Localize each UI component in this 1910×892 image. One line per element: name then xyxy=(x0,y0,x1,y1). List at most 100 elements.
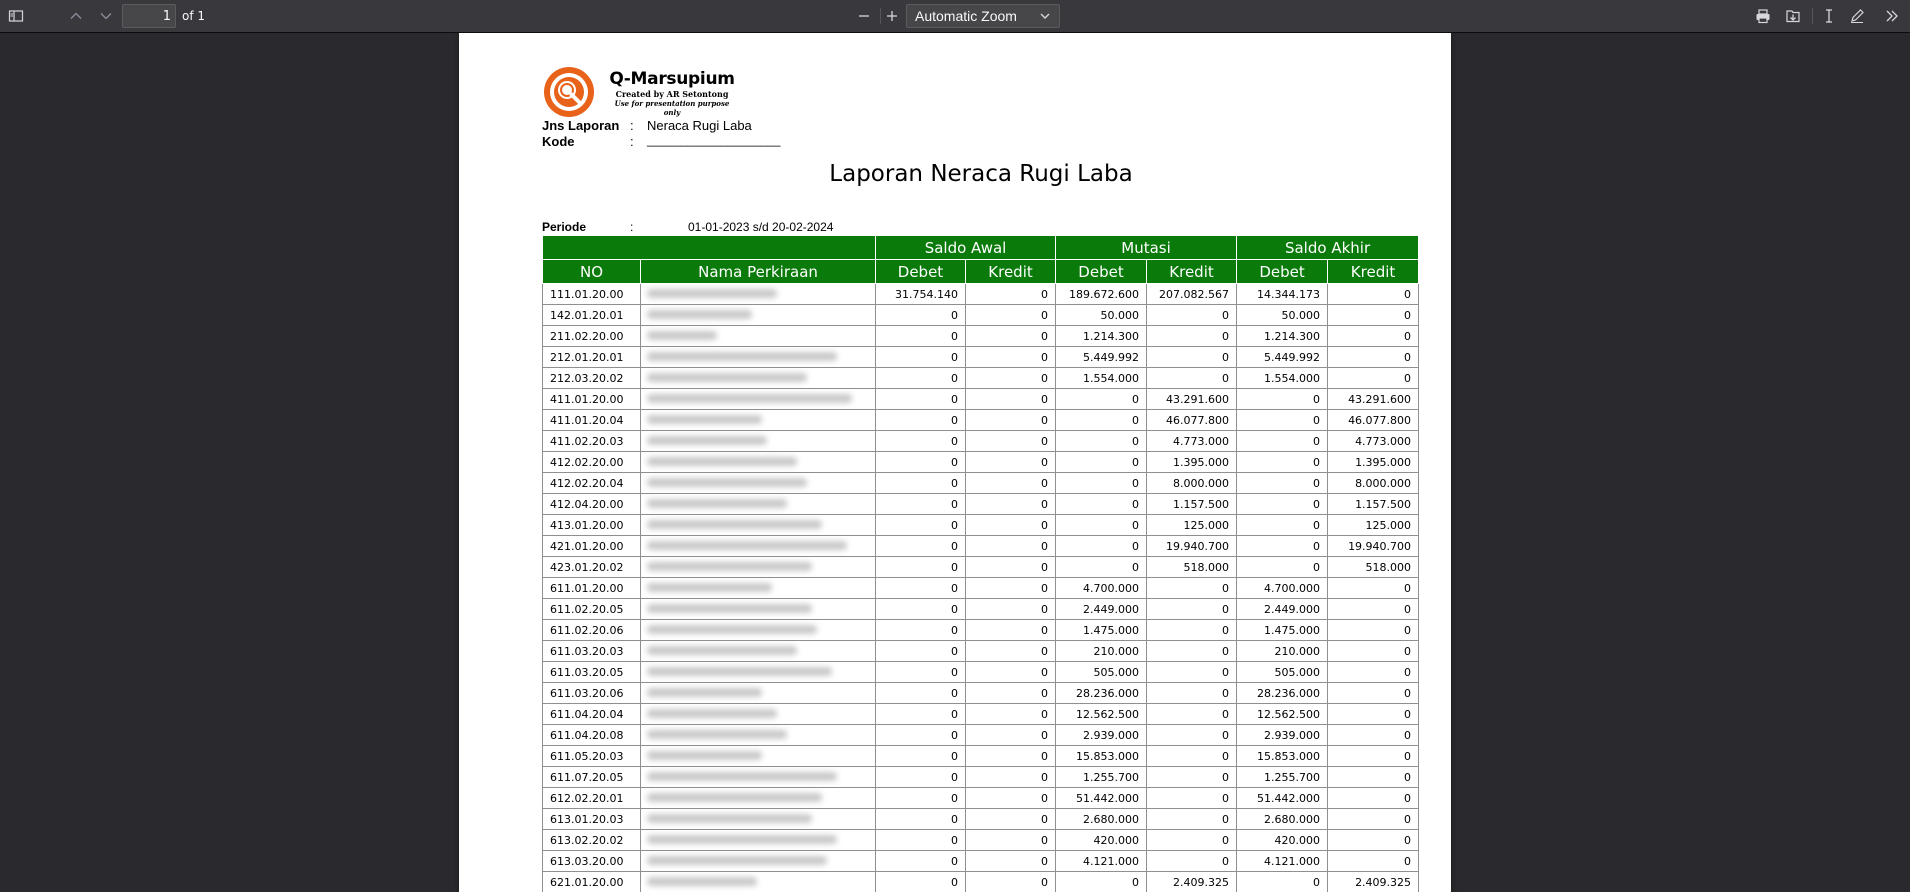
cell-saldo-awal-kredit: 0 xyxy=(964,829,1057,851)
cell-mutasi-kredit: 0 xyxy=(1146,640,1238,662)
print-icon[interactable] xyxy=(1749,4,1777,28)
tools-icon[interactable] xyxy=(1878,4,1906,28)
cell-saldo-awal-kredit: 0 xyxy=(964,388,1057,410)
table-row: 611.04.20.04 0 0 12.562.500 0 12.562.500 0 xyxy=(542,703,1420,725)
cell-saldo-awal-kredit: 0 xyxy=(964,787,1057,809)
cell-no: 611.03.20.06 xyxy=(542,682,641,704)
kode-colon: : xyxy=(630,134,634,149)
cell-nama-perkiraan-redacted xyxy=(640,535,876,557)
cell-nama-perkiraan-redacted xyxy=(640,451,876,473)
cell-saldo-akhir-debet: 5.449.992 xyxy=(1236,346,1329,368)
previous-page-icon[interactable] xyxy=(62,4,90,28)
column-header-mutasi-debet: Debet xyxy=(1055,259,1148,284)
column-header-no: NO xyxy=(542,259,641,284)
redacted-text-blur xyxy=(647,457,797,466)
cell-mutasi-kredit: 0 xyxy=(1146,619,1238,641)
cell-nama-perkiraan-redacted xyxy=(640,619,876,641)
cell-no: 423.01.20.02 xyxy=(542,556,641,578)
redacted-text-blur xyxy=(647,709,777,718)
redacted-text-blur xyxy=(647,478,807,487)
table-row: 212.03.20.02 0 0 1.554.000 0 1.554.000 0 xyxy=(542,367,1420,389)
redacted-text-blur xyxy=(647,436,767,445)
periode-value: 01-01-2023 s/d 20-02-2024 xyxy=(688,220,834,234)
page-number-input[interactable] xyxy=(122,4,176,28)
cell-nama-perkiraan-redacted xyxy=(640,577,876,599)
periode-colon: : xyxy=(630,220,634,234)
cell-saldo-awal-kredit: 0 xyxy=(964,325,1057,347)
table-body: 111.01.20.00 31.754.140 0 189.672.600 207.08… xyxy=(542,283,1420,892)
sidebar-toggle-icon[interactable] xyxy=(2,4,30,28)
cell-mutasi-kredit: 8.000.000 xyxy=(1146,472,1238,494)
cell-saldo-akhir-kredit: 46.077.800 xyxy=(1327,409,1420,431)
redacted-text-blur xyxy=(647,793,822,802)
cell-saldo-awal-kredit: 0 xyxy=(964,871,1057,892)
cell-saldo-awal-debet: 0 xyxy=(875,409,966,431)
cell-mutasi-debet: 2.449.000 xyxy=(1055,598,1148,620)
brand-created-by: Created by AR Setontong xyxy=(615,89,729,99)
document-viewer[interactable]: Q-Marsupium Created by AR Setontong Use … xyxy=(0,33,1910,892)
cell-mutasi-debet: 1.255.700 xyxy=(1055,766,1148,788)
zoom-select[interactable]: Automatic Zoom xyxy=(906,4,1060,28)
text-select-icon[interactable] xyxy=(1815,4,1843,28)
cell-saldo-awal-debet: 0 xyxy=(875,388,966,410)
redacted-text-blur xyxy=(647,520,822,529)
zoom-in-icon[interactable] xyxy=(878,4,906,28)
cell-mutasi-kredit: 43.291.600 xyxy=(1146,388,1238,410)
redacted-text-blur xyxy=(647,856,827,865)
cell-saldo-akhir-kredit: 0 xyxy=(1327,325,1420,347)
column-header-saldo-akhir-debet: Debet xyxy=(1236,259,1329,284)
cell-saldo-awal-debet: 31.754.140 xyxy=(875,283,966,305)
redacted-text-blur xyxy=(647,730,787,739)
cell-saldo-akhir-kredit: 4.773.000 xyxy=(1327,430,1420,452)
cell-mutasi-debet: 210.000 xyxy=(1055,640,1148,662)
cell-saldo-awal-debet: 0 xyxy=(875,451,966,473)
cell-mutasi-kredit: 0 xyxy=(1146,787,1238,809)
brand-block: Q-Marsupium Created by AR Setontong Use … xyxy=(607,70,737,118)
cell-saldo-awal-kredit: 0 xyxy=(964,619,1057,641)
redacted-text-blur xyxy=(647,667,832,676)
cell-saldo-akhir-kredit: 0 xyxy=(1327,808,1420,830)
cell-no: 211.02.20.00 xyxy=(542,325,641,347)
table-row: 613.01.20.03 0 0 2.680.000 0 2.680.000 0 xyxy=(542,808,1420,830)
download-icon[interactable] xyxy=(1779,4,1807,28)
draw-icon[interactable] xyxy=(1843,4,1871,28)
pdf-page: Q-Marsupium Created by AR Setontong Use … xyxy=(459,33,1451,892)
table-row: 611.04.20.08 0 0 2.939.000 0 2.939.000 0 xyxy=(542,724,1420,746)
cell-saldo-awal-kredit: 0 xyxy=(964,367,1057,389)
cell-saldo-akhir-debet: 0 xyxy=(1236,514,1329,536)
cell-no: 111.01.20.00 xyxy=(542,283,641,305)
cell-saldo-akhir-kredit: 0 xyxy=(1327,745,1420,767)
cell-nama-perkiraan-redacted xyxy=(640,766,876,788)
cell-no: 611.03.20.03 xyxy=(542,640,641,662)
cell-saldo-awal-debet: 0 xyxy=(875,871,966,892)
cell-saldo-akhir-debet: 28.236.000 xyxy=(1236,682,1329,704)
cell-nama-perkiraan-redacted xyxy=(640,787,876,809)
redacted-text-blur xyxy=(647,289,777,298)
cell-mutasi-debet: 0 xyxy=(1055,430,1148,452)
cell-no: 411.01.20.04 xyxy=(542,409,641,431)
cell-mutasi-kredit: 19.940.700 xyxy=(1146,535,1238,557)
redacted-text-blur xyxy=(647,352,837,361)
table-row: 612.02.20.01 0 0 51.442.000 0 51.442.000 0 xyxy=(542,787,1420,809)
cell-nama-perkiraan-redacted xyxy=(640,493,876,515)
zoom-out-icon[interactable] xyxy=(850,4,878,28)
cell-no: 411.01.20.00 xyxy=(542,388,641,410)
cell-nama-perkiraan-redacted xyxy=(640,724,876,746)
cell-mutasi-debet: 0 xyxy=(1055,535,1148,557)
redacted-text-blur xyxy=(647,331,717,340)
cell-saldo-awal-debet: 0 xyxy=(875,325,966,347)
cell-saldo-awal-debet: 0 xyxy=(875,745,966,767)
cell-saldo-awal-kredit: 0 xyxy=(964,346,1057,368)
cell-saldo-awal-kredit: 0 xyxy=(964,850,1057,872)
cell-nama-perkiraan-redacted xyxy=(640,871,876,892)
cell-saldo-awal-kredit: 0 xyxy=(964,304,1057,326)
cell-saldo-awal-debet: 0 xyxy=(875,367,966,389)
cell-mutasi-kredit: 0 xyxy=(1146,577,1238,599)
cell-nama-perkiraan-redacted xyxy=(640,598,876,620)
next-page-icon[interactable] xyxy=(92,4,120,28)
cell-saldo-akhir-kredit: 0 xyxy=(1327,346,1420,368)
cell-mutasi-debet: 2.939.000 xyxy=(1055,724,1148,746)
table-row: 412.02.20.04 0 0 0 8.000.000 0 8.000.000 xyxy=(542,472,1420,494)
cell-saldo-akhir-kredit: 2.409.325 xyxy=(1327,871,1420,892)
cell-saldo-awal-kredit: 0 xyxy=(964,283,1057,305)
